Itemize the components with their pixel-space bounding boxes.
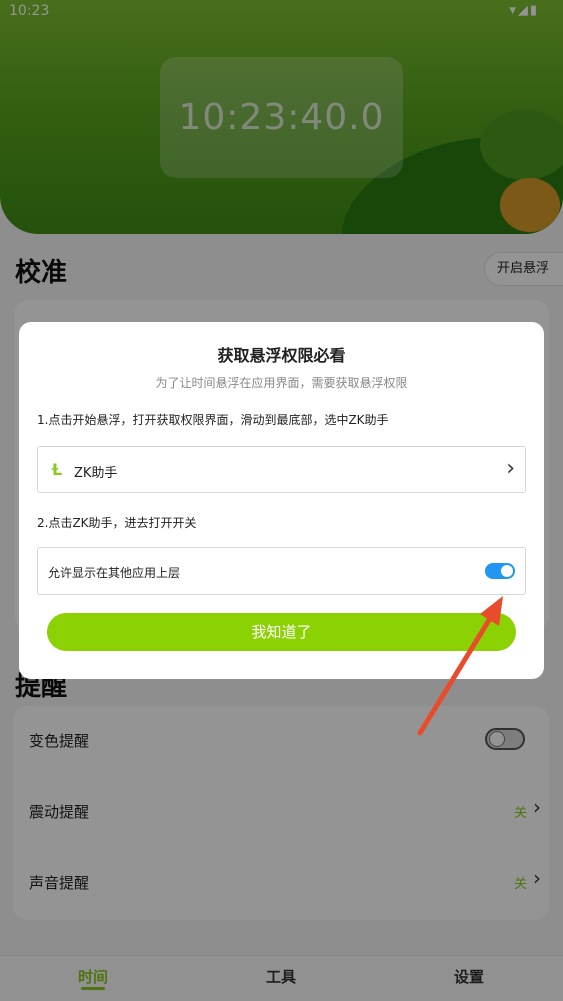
zk-app-logo-icon: Ɫ — [52, 460, 63, 479]
chevron-right-icon: › — [506, 456, 515, 481]
dialog-step-2: 2.点击ZK助手，进去打开开关 — [37, 516, 197, 530]
zk-assistant-row[interactable]: Ɫ ZK助手 › — [37, 446, 526, 493]
float-permission-dialog: 获取悬浮权限必看 为了让时间悬浮在应用界面，需要获取悬浮权限 1.点击开始悬浮，… — [19, 322, 544, 679]
dialog-subtitle: 为了让时间悬浮在应用界面，需要获取悬浮权限 — [155, 376, 408, 390]
overlay-permission-label: 允许显示在其他应用上层 — [48, 566, 181, 580]
got-it-button[interactable]: 我知道了 — [47, 613, 516, 651]
overlay-permission-row[interactable]: 允许显示在其他应用上层 — [37, 547, 526, 595]
toggle-knob — [501, 565, 513, 577]
zk-app-name: ZK助手 — [74, 466, 118, 481]
dialog-step-1: 1.点击开始悬浮，打开获取权限界面，滑动到最底部，选中ZK助手 — [37, 413, 389, 427]
dialog-title: 获取悬浮权限必看 — [217, 346, 346, 365]
overlay-permission-toggle[interactable] — [485, 563, 515, 579]
